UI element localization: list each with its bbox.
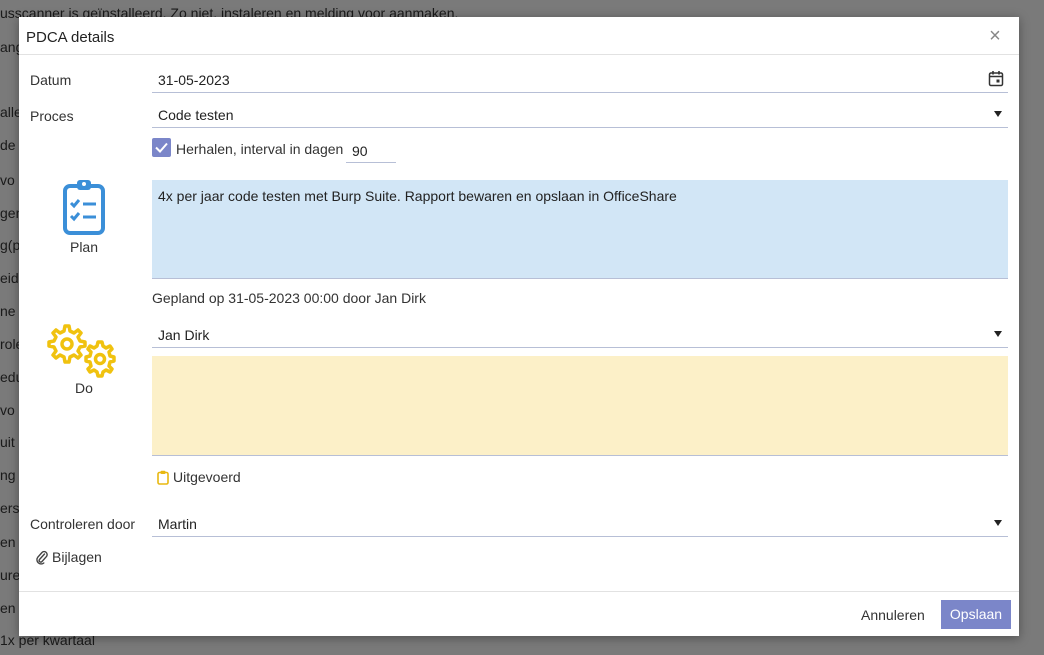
background-text: g(p bbox=[0, 237, 21, 253]
chevron-down-icon bbox=[994, 111, 1002, 117]
proces-label: Proces bbox=[30, 108, 74, 124]
clipboard-icon bbox=[63, 180, 105, 235]
proces-value: Code testen bbox=[158, 107, 234, 123]
plan-textarea[interactable]: 4x per jaar code testen met Burp Suite. … bbox=[152, 180, 1008, 279]
interval-input[interactable]: 90 bbox=[346, 137, 396, 163]
planned-info: Gepland op 31-05-2023 00:00 door Jan Dir… bbox=[152, 290, 426, 306]
plan-label: Plan bbox=[69, 239, 99, 255]
background-text: en bbox=[0, 534, 16, 550]
paperclip-icon bbox=[36, 550, 48, 565]
check-select[interactable]: Martin bbox=[152, 511, 1008, 537]
background-text: ng bbox=[0, 467, 16, 483]
cancel-button[interactable]: Annuleren bbox=[861, 607, 925, 623]
datum-value: 31-05-2023 bbox=[158, 72, 230, 88]
check-label: Controleren door bbox=[30, 516, 136, 532]
do-assignee-select[interactable]: Jan Dirk bbox=[152, 322, 1008, 348]
calendar-icon[interactable] bbox=[988, 70, 1004, 87]
clipboard-small-icon bbox=[157, 470, 169, 485]
background-text: vo bbox=[0, 402, 15, 418]
repeat-label: Herhalen, interval in dagen bbox=[176, 141, 344, 157]
gears-icon bbox=[47, 324, 116, 378]
background-text: eid bbox=[0, 270, 19, 286]
check-icon bbox=[155, 142, 168, 153]
background-text: de bbox=[0, 137, 16, 153]
check-value: Martin bbox=[158, 516, 197, 532]
pdca-dialog: PDCA details × Datum 31-05-2023 Proces C… bbox=[19, 17, 1019, 636]
do-assignee-value: Jan Dirk bbox=[158, 327, 210, 343]
close-icon[interactable]: × bbox=[985, 25, 1005, 47]
attachments-label: Bijlagen bbox=[52, 549, 102, 565]
do-label: Do bbox=[75, 380, 93, 396]
interval-value: 90 bbox=[352, 143, 368, 159]
save-button[interactable]: Opslaan bbox=[941, 600, 1011, 629]
dialog-header: PDCA details × bbox=[19, 17, 1019, 55]
datum-label: Datum bbox=[30, 72, 72, 88]
chevron-down-icon bbox=[994, 331, 1002, 337]
background-text: vo bbox=[0, 172, 15, 188]
dialog-footer: Annuleren Opslaan bbox=[19, 591, 1019, 636]
repeat-checkbox[interactable] bbox=[152, 138, 171, 157]
background-text: ure bbox=[0, 567, 21, 583]
chevron-down-icon bbox=[994, 520, 1002, 526]
datum-field[interactable]: 31-05-2023 bbox=[152, 67, 1008, 93]
do-textarea[interactable] bbox=[152, 356, 1008, 456]
proces-select[interactable]: Code testen bbox=[152, 102, 1008, 128]
dialog-title: PDCA details bbox=[26, 29, 115, 46]
background-text: uit bbox=[0, 434, 15, 450]
plan-text: 4x per jaar code testen met Burp Suite. … bbox=[158, 188, 677, 204]
uitgevoerd-label: Uitgevoerd bbox=[173, 469, 241, 485]
background-text: ne bbox=[0, 303, 16, 319]
